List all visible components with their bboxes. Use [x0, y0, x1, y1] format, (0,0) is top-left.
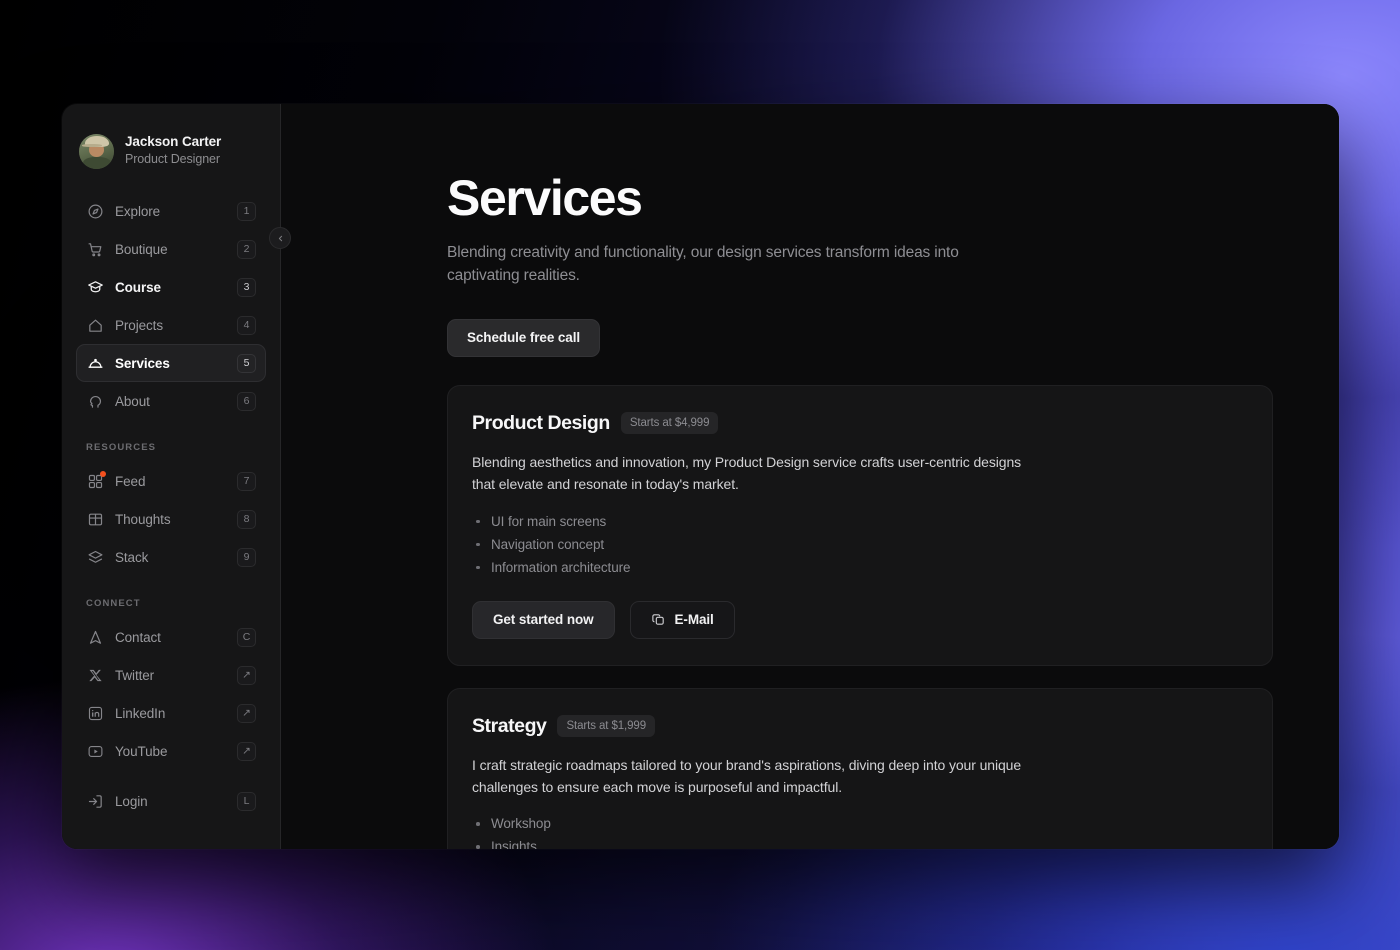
sidebar-shortcut: 3 — [237, 277, 256, 297]
price-badge: Starts at $1,999 — [557, 715, 656, 738]
sidebar-item-boutique[interactable]: Boutique 2 — [76, 230, 266, 268]
graduation-cap-icon — [87, 279, 104, 296]
avatar — [79, 133, 114, 169]
sidebar-item-stack[interactable]: Stack 9 — [76, 538, 266, 576]
card-header: Product Design Starts at $4,999 — [472, 412, 1248, 435]
card-actions: Get started now E-Mail — [472, 600, 1248, 639]
send-icon — [87, 629, 104, 646]
sidebar-shortcut: C — [237, 627, 256, 647]
sidebar-shortcut: 5 — [237, 353, 256, 373]
sidebar-item-label: Boutique — [115, 241, 168, 257]
sidebar-shortcut-external: ↗ — [237, 741, 256, 761]
layout-grid-icon — [87, 470, 106, 490]
sidebar-shortcut: 4 — [237, 315, 256, 335]
card-title: Strategy — [472, 714, 547, 737]
profile-name: Jackson Carter — [125, 134, 222, 150]
profile-block[interactable]: Jackson Carter Product Designer — [76, 104, 266, 178]
sidebar-item-label: Stack — [115, 549, 149, 565]
list-item: Information architecture — [472, 556, 1248, 579]
home-icon — [87, 317, 104, 334]
card-header: Strategy Starts at $1,999 — [472, 715, 1248, 738]
list-item: Workshop — [472, 812, 1248, 835]
layers-icon — [87, 549, 104, 566]
page-subtitle: Blending creativity and functionality, o… — [447, 244, 959, 284]
price-badge: Starts at $4,999 — [620, 412, 719, 435]
sidebar-item-label: LinkedIn — [115, 705, 166, 721]
login-arrow-icon — [87, 793, 104, 810]
sidebar-item-about[interactable]: About 6 — [76, 382, 266, 420]
get-started-button[interactable]: Get started now — [472, 600, 615, 639]
compass-icon — [87, 203, 104, 220]
cloche-icon — [87, 355, 104, 372]
sidebar-shortcut-external: ↗ — [237, 665, 256, 685]
card-description: Blending aesthetics and innovation, my P… — [472, 453, 1022, 493]
sidebar-item-feed[interactable]: Feed 7 — [76, 462, 266, 500]
sidebar-item-youtube[interactable]: YouTube ↗ — [76, 732, 266, 770]
card-description: I craft strategic roadmaps tailored to y… — [472, 756, 1022, 796]
linkedin-icon — [87, 705, 104, 722]
sidebar-item-label: Explore — [115, 203, 161, 219]
schedule-free-call-button[interactable]: Schedule free call — [447, 318, 601, 357]
copy-icon — [651, 612, 666, 627]
primary-nav: Explore 1 Boutique 2 Course 3 Projects 4… — [76, 192, 266, 820]
service-card-product-design: Product Design Starts at $4,999 Blending… — [447, 384, 1273, 666]
section-label-resources: RESOURCES — [86, 442, 157, 453]
sidebar-item-label: Feed — [115, 473, 146, 489]
sidebar-item-label: Login — [115, 793, 148, 809]
sidebar-item-thoughts[interactable]: Thoughts 8 — [76, 500, 266, 538]
x-twitter-icon — [87, 667, 104, 684]
chevron-left-icon — [276, 234, 285, 243]
sidebar-item-label: Course — [115, 279, 161, 295]
sidebar-shortcut: L — [237, 791, 256, 811]
sidebar-item-label: Projects — [115, 317, 163, 333]
cart-icon — [87, 241, 104, 258]
sidebar-shortcut: 6 — [237, 391, 256, 411]
sidebar-item-label: Thoughts — [115, 511, 171, 527]
page-title: Services — [447, 170, 643, 226]
sidebar-shortcut: 2 — [237, 239, 256, 259]
sidebar-shortcut: 9 — [237, 547, 256, 567]
card-title: Product Design — [472, 411, 610, 434]
list-item: Navigation concept — [472, 533, 1248, 556]
youtube-icon — [87, 743, 104, 760]
sidebar-item-explore[interactable]: Explore 1 — [76, 192, 266, 230]
sidebar-item-label: Contact — [115, 629, 161, 645]
sidebar-item-course[interactable]: Course 3 — [76, 268, 266, 306]
open-book-icon — [87, 511, 104, 528]
profile-role: Product Designer — [125, 152, 220, 167]
sidebar-item-login[interactable]: Login L — [76, 782, 266, 820]
speech-head-icon — [87, 393, 104, 410]
sidebar-item-label: YouTube — [115, 743, 168, 759]
sidebar-item-linkedin[interactable]: LinkedIn ↗ — [76, 694, 266, 732]
sidebar-item-twitter[interactable]: Twitter ↗ — [76, 656, 266, 694]
sidebar-item-label: Services — [115, 355, 170, 371]
sidebar-shortcut: 1 — [237, 201, 256, 221]
sidebar-shortcut: 8 — [237, 509, 256, 529]
sidebar-item-label: Twitter — [115, 667, 155, 683]
service-card-strategy: Strategy Starts at $1,999 I craft strate… — [447, 687, 1273, 849]
feature-list: Workshop Insights — [472, 812, 1248, 849]
main-content: Services Blending creativity and functio… — [281, 104, 1339, 849]
sidebar-item-services[interactable]: Services 5 — [76, 344, 266, 382]
email-button-label: E-Mail — [674, 612, 714, 628]
sidebar: Jackson Carter Product Designer Explore … — [62, 104, 291, 849]
email-button[interactable]: E-Mail — [629, 600, 735, 639]
sidebar-shortcut: 7 — [237, 471, 256, 491]
sidebar-item-projects[interactable]: Projects 4 — [76, 306, 266, 344]
sidebar-item-contact[interactable]: Contact C — [76, 618, 266, 656]
feature-list: UI for main screens Navigation concept I… — [472, 510, 1248, 579]
section-label-connect: CONNECT — [86, 598, 141, 609]
sidebar-item-label: About — [115, 393, 150, 409]
list-item: UI for main screens — [472, 510, 1248, 533]
list-item: Insights — [472, 835, 1248, 849]
notification-dot — [100, 470, 106, 477]
sidebar-shortcut-external: ↗ — [237, 703, 256, 723]
sidebar-collapse-button[interactable] — [269, 227, 291, 249]
app-window: Jackson Carter Product Designer Explore … — [62, 104, 1339, 849]
